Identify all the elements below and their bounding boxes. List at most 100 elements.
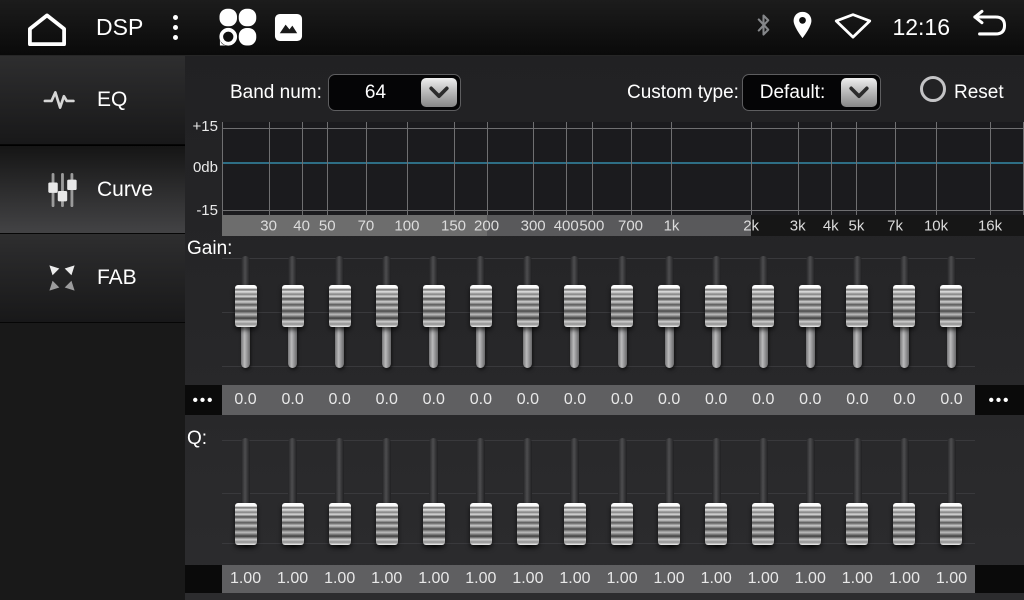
gain-slider-thumb[interactable] xyxy=(705,285,727,327)
location-icon xyxy=(791,10,814,45)
freq-tick-label: 5k xyxy=(848,217,864,234)
q-slider-10[interactable] xyxy=(656,438,682,545)
gain-slider-14[interactable] xyxy=(844,256,870,368)
q-value-3: 1.00 xyxy=(324,570,355,588)
gain-slider-thumb[interactable] xyxy=(799,285,821,327)
gain-slider-thumb[interactable] xyxy=(658,285,680,327)
chevron-down-icon[interactable] xyxy=(421,78,457,107)
q-slider-14[interactable] xyxy=(844,438,870,545)
sidebar-item-curve[interactable]: Curve xyxy=(0,145,185,234)
gain-slider-1[interactable] xyxy=(233,256,259,368)
gain-value-6: 0.0 xyxy=(470,391,492,409)
q-slider-thumb[interactable] xyxy=(846,503,868,545)
eq-plot xyxy=(222,122,1024,215)
freq-tick-label: 300 xyxy=(521,217,546,234)
gain-slider-6[interactable] xyxy=(468,256,494,368)
gain-slider-thumb[interactable] xyxy=(611,285,633,327)
gain-slider-thumb[interactable] xyxy=(752,285,774,327)
gain-slider-thumb[interactable] xyxy=(470,285,492,327)
gain-slider-thumb[interactable] xyxy=(564,285,586,327)
gain-slider-11[interactable] xyxy=(703,256,729,368)
chevron-down-icon[interactable] xyxy=(841,78,877,107)
gain-slider-thumb[interactable] xyxy=(846,285,868,327)
q-slider-11[interactable] xyxy=(703,438,729,545)
gain-slider-4[interactable] xyxy=(374,256,400,368)
gain-slider-12[interactable] xyxy=(750,256,776,368)
q-slider-thumb[interactable] xyxy=(799,503,821,545)
q-slider-thumb[interactable] xyxy=(893,503,915,545)
sidebar-item-eq[interactable]: EQ xyxy=(0,56,185,145)
q-scroll-left-button[interactable] xyxy=(185,565,222,593)
reset-label: Reset xyxy=(954,82,1004,104)
gain-slider-9[interactable] xyxy=(609,256,635,368)
q-scroll-right-button[interactable] xyxy=(975,565,1024,593)
gain-slider-thumb[interactable] xyxy=(517,285,539,327)
q-slider-thumb[interactable] xyxy=(329,503,351,545)
q-slider-thumb[interactable] xyxy=(705,503,727,545)
q-slider-thumb[interactable] xyxy=(282,503,304,545)
bluetooth-icon xyxy=(754,10,773,45)
apps-icon[interactable] xyxy=(216,7,258,49)
q-slider-9[interactable] xyxy=(609,438,635,545)
gain-slider-15[interactable] xyxy=(891,256,917,368)
gain-slider-7[interactable] xyxy=(515,256,541,368)
q-slider-thumb[interactable] xyxy=(940,503,962,545)
q-slider-7[interactable] xyxy=(515,438,541,545)
q-slider-thumb[interactable] xyxy=(611,503,633,545)
gain-slider-thumb[interactable] xyxy=(940,285,962,327)
gain-value-11: 0.0 xyxy=(705,391,727,409)
gain-values-row: 0.00.00.00.00.00.00.00.00.00.00.00.00.00… xyxy=(222,385,975,415)
gain-value-16: 0.0 xyxy=(940,391,962,409)
gain-slider-thumb[interactable] xyxy=(235,285,257,327)
q-slider-5[interactable] xyxy=(421,438,447,545)
back-icon[interactable] xyxy=(968,9,1010,46)
q-slider-3[interactable] xyxy=(327,438,353,545)
band-num-dropdown[interactable]: 64 xyxy=(328,74,461,111)
gain-slider-thumb[interactable] xyxy=(329,285,351,327)
q-slider-8[interactable] xyxy=(562,438,588,545)
gain-slider-3[interactable] xyxy=(327,256,353,368)
q-slider-1[interactable] xyxy=(233,438,259,545)
q-slider-4[interactable] xyxy=(374,438,400,545)
gain-slider-thumb[interactable] xyxy=(376,285,398,327)
gain-scroll-left-button[interactable]: ••• xyxy=(185,385,222,415)
gain-slider-13[interactable] xyxy=(797,256,823,368)
q-slider-12[interactable] xyxy=(750,438,776,545)
reset-radio[interactable] xyxy=(920,76,946,102)
q-values-row: 1.001.001.001.001.001.001.001.001.001.00… xyxy=(222,565,975,593)
q-slider-thumb[interactable] xyxy=(658,503,680,545)
q-slider-2[interactable] xyxy=(280,438,306,545)
freq-gridline xyxy=(631,122,632,215)
custom-type-dropdown[interactable]: Default: xyxy=(742,74,881,111)
q-slider-13[interactable] xyxy=(797,438,823,545)
gain-slider-2[interactable] xyxy=(280,256,306,368)
gain-slider-16[interactable] xyxy=(938,256,964,368)
gallery-icon[interactable] xyxy=(274,13,303,42)
q-slider-thumb[interactable] xyxy=(752,503,774,545)
q-slider-thumb[interactable] xyxy=(517,503,539,545)
freq-gridline xyxy=(566,122,567,215)
q-slider-16[interactable] xyxy=(938,438,964,545)
q-slider-thumb[interactable] xyxy=(564,503,586,545)
overflow-menu-icon[interactable] xyxy=(167,9,184,46)
sidebar-item-fab[interactable]: FAB xyxy=(0,234,185,323)
gain-scroll-right-button[interactable]: ••• xyxy=(975,385,1024,415)
gain-slider-5[interactable] xyxy=(421,256,447,368)
freq-gridline xyxy=(407,122,408,215)
gain-slider-thumb[interactable] xyxy=(893,285,915,327)
q-slider-15[interactable] xyxy=(891,438,917,545)
home-icon[interactable] xyxy=(24,10,70,46)
q-slider-thumb[interactable] xyxy=(470,503,492,545)
sidebar: EQ Curve FAB xyxy=(0,56,185,600)
gain-value-4: 0.0 xyxy=(376,391,398,409)
q-slider-6[interactable] xyxy=(468,438,494,545)
q-slider-thumb[interactable] xyxy=(423,503,445,545)
gain-slider-thumb[interactable] xyxy=(423,285,445,327)
gain-slider-thumb[interactable] xyxy=(282,285,304,327)
gain-slider-8[interactable] xyxy=(562,256,588,368)
gain-slider-10[interactable] xyxy=(656,256,682,368)
q-slider-thumb[interactable] xyxy=(376,503,398,545)
q-slider-thumb[interactable] xyxy=(235,503,257,545)
q-value-14: 1.00 xyxy=(842,570,873,588)
freq-gridline xyxy=(487,122,488,215)
